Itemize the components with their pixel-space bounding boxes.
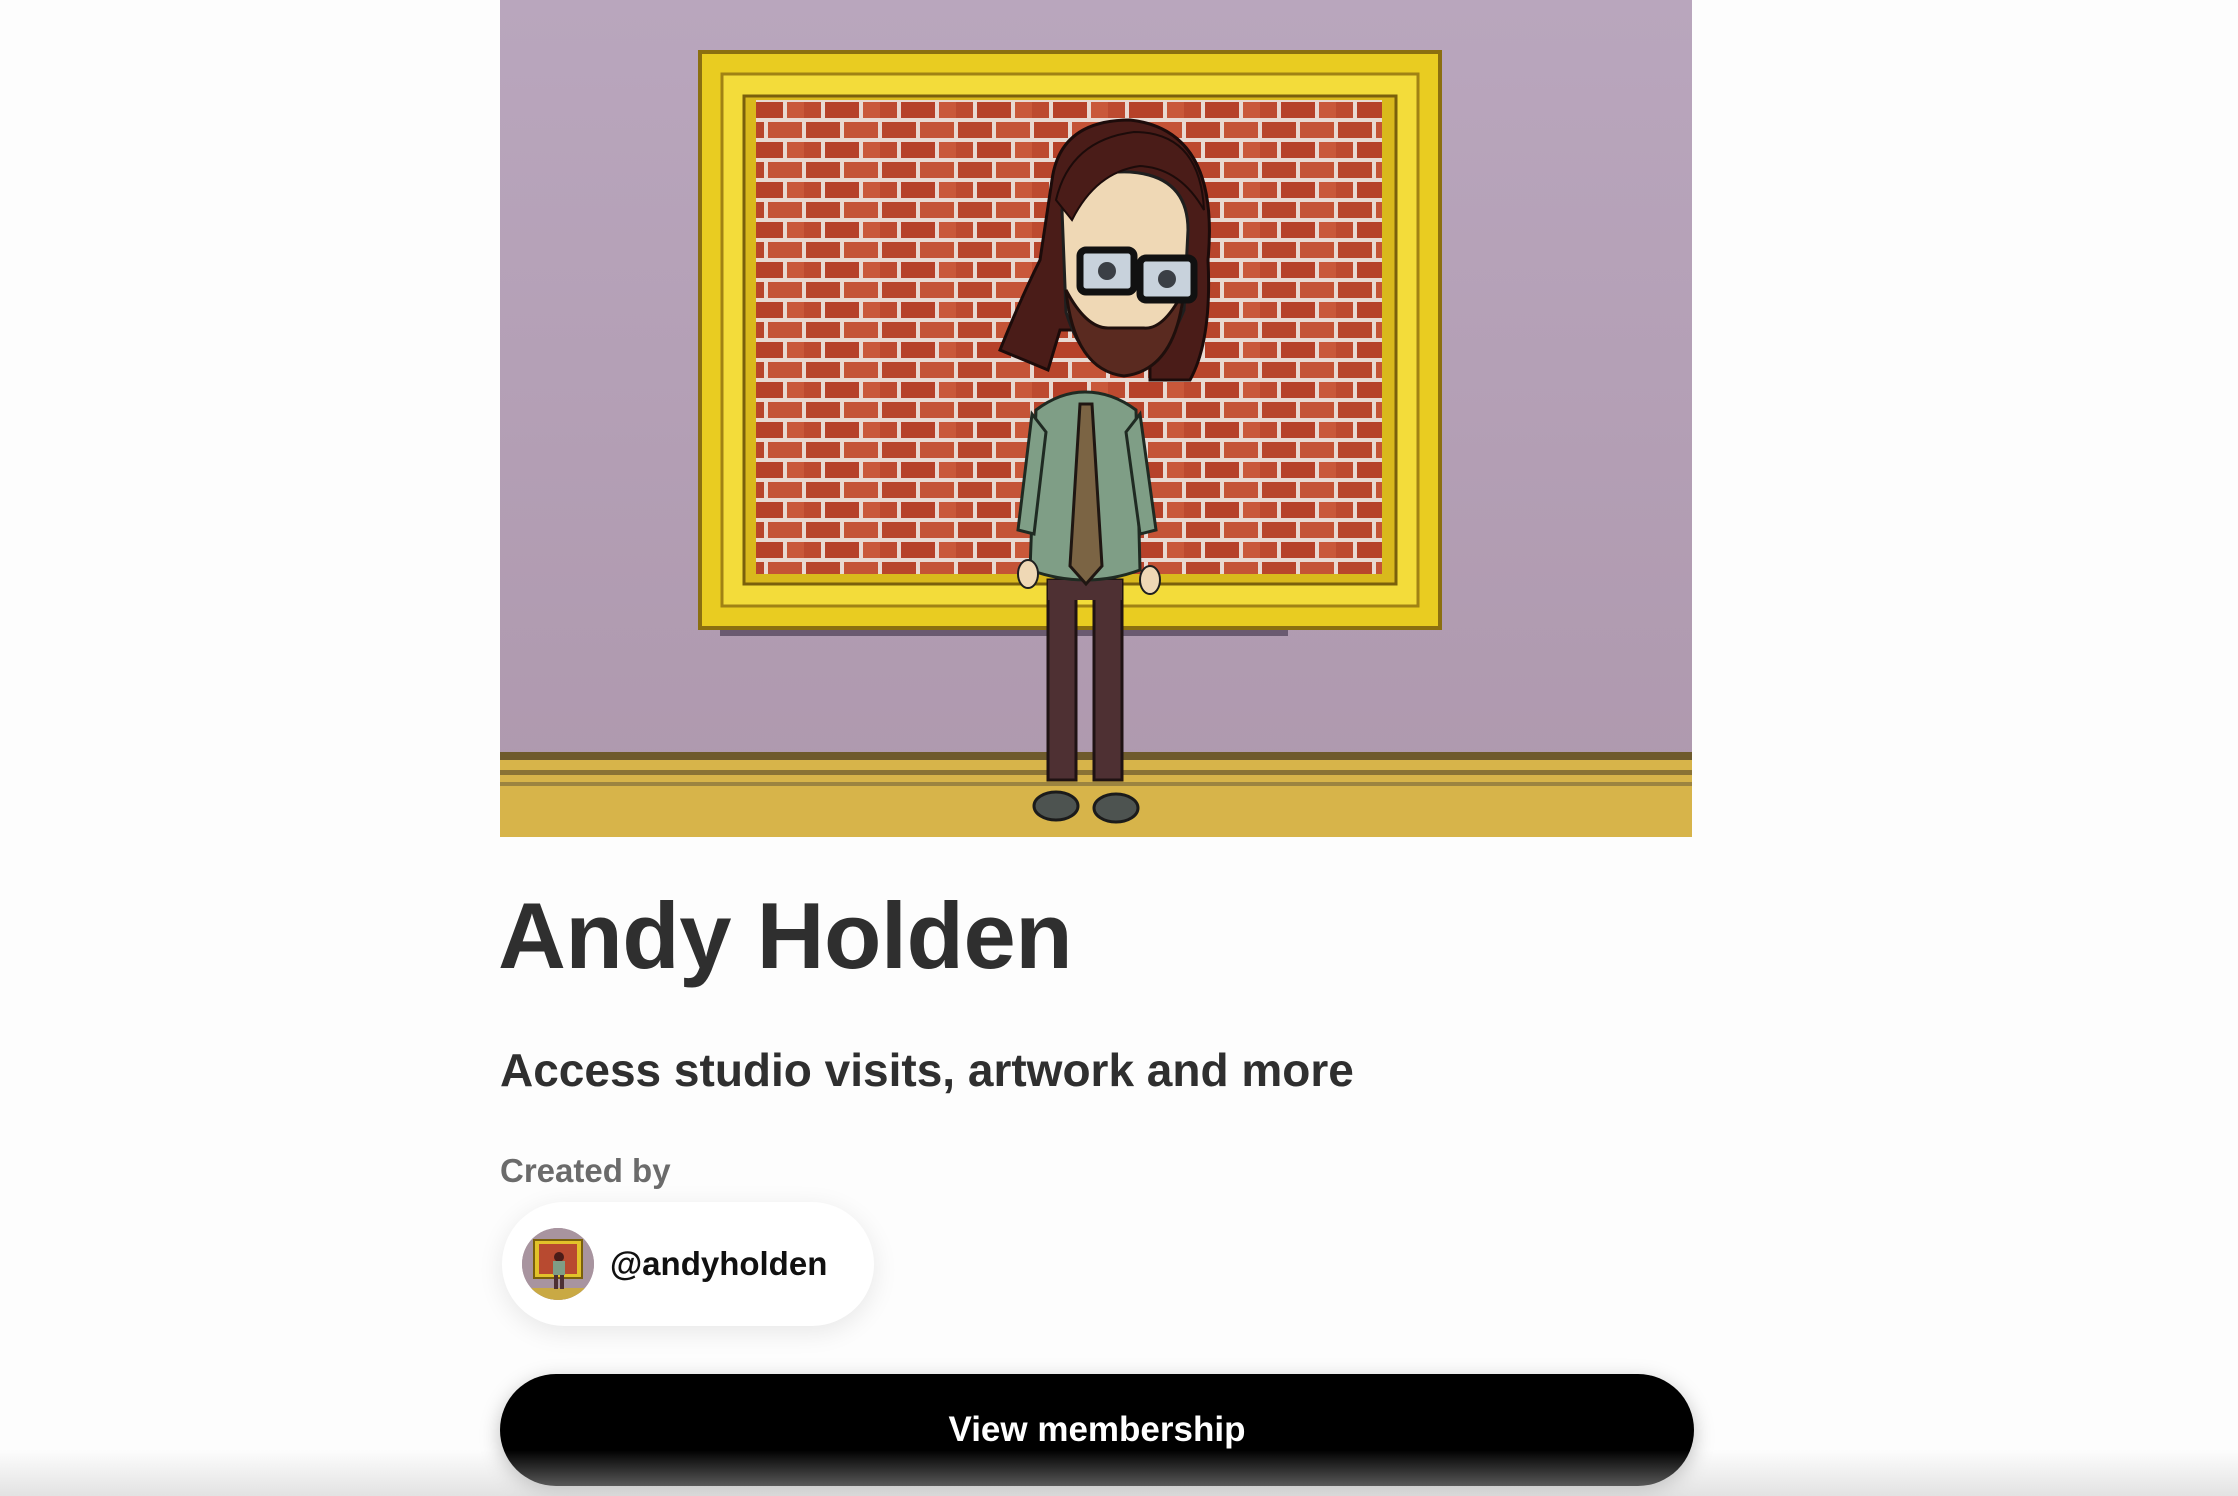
creator-avatar [522, 1228, 594, 1300]
creator-profile-chip[interactable]: @andyholden [502, 1202, 874, 1326]
creator-name: Andy Holden [498, 883, 1073, 988]
creator-page: Andy Holden Access studio visits, artwor… [0, 0, 2238, 1496]
cover-image [500, 0, 1692, 837]
view-membership-button[interactable]: View membership [500, 1374, 1694, 1486]
created-by-label: Created by [500, 1152, 671, 1189]
creator-tagline: Access studio visits, artwork and more [500, 1044, 1354, 1096]
avatar-image [522, 1228, 594, 1300]
creator-handle: @andyholden [610, 1245, 828, 1282]
cover-illustration [500, 0, 1692, 837]
